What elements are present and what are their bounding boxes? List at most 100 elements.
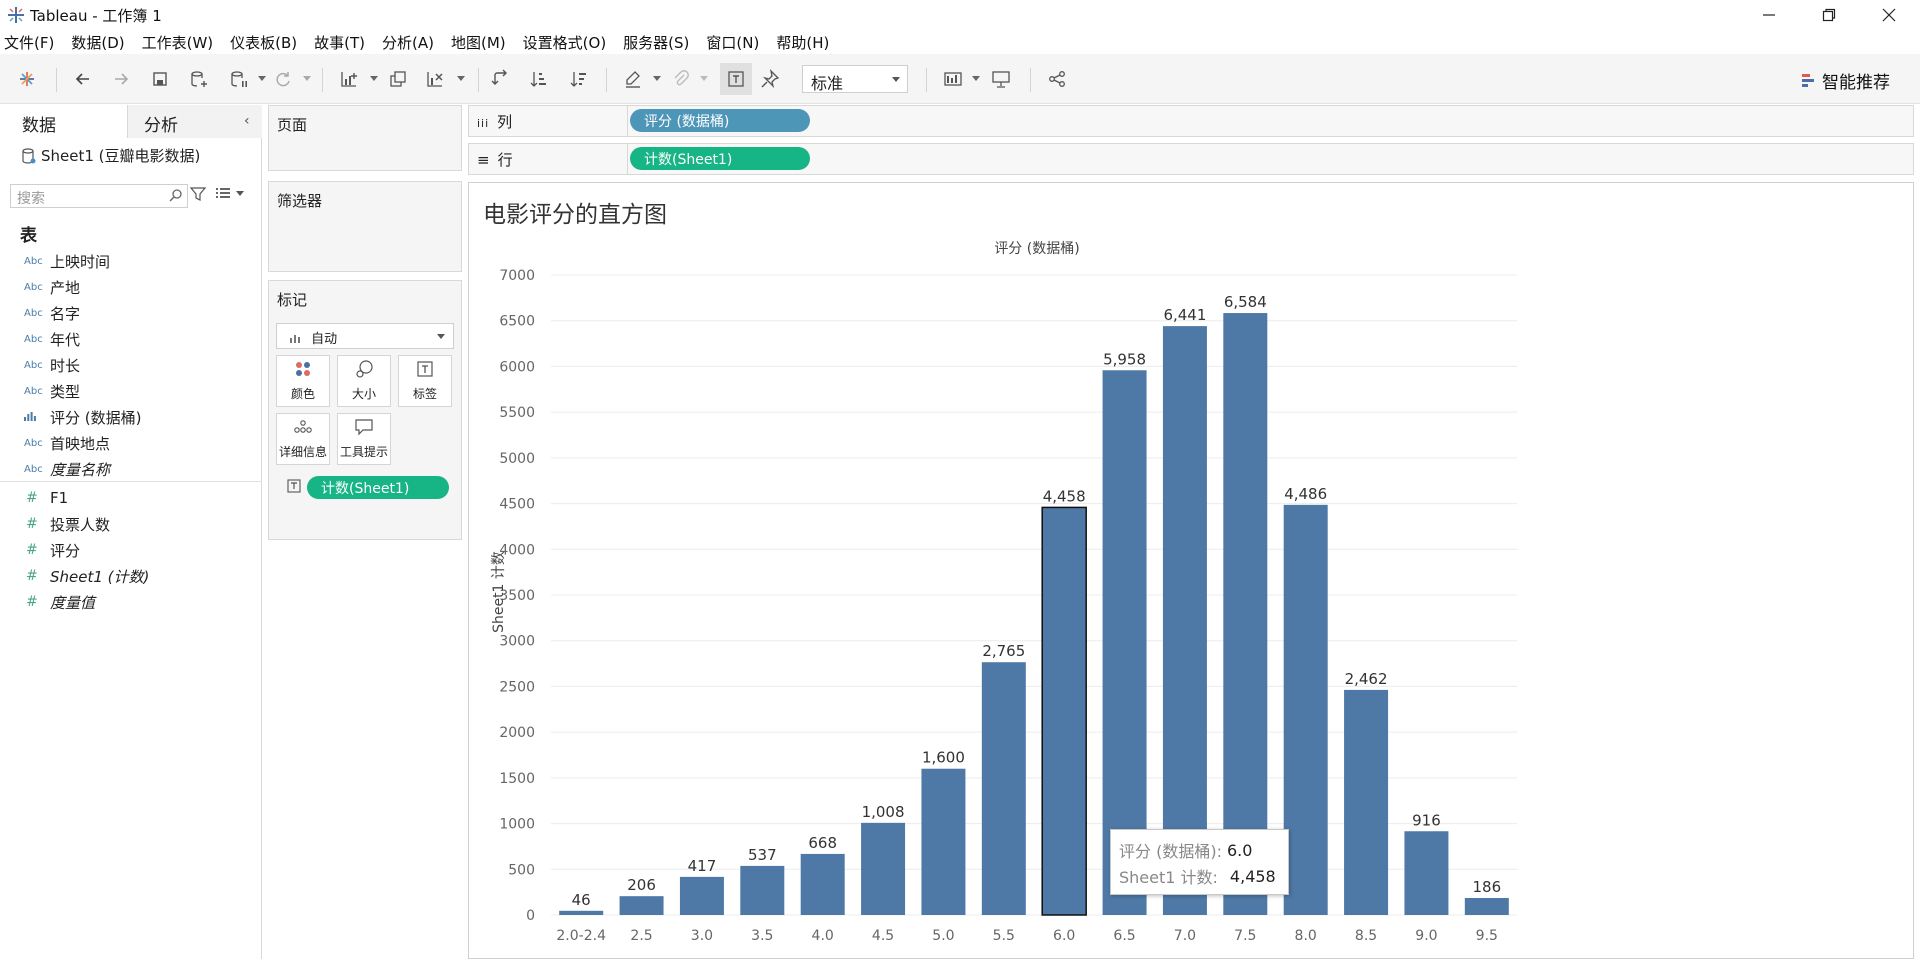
bar-value-label: 46 (572, 891, 591, 909)
sort-ascending-button[interactable] (526, 66, 552, 92)
data-pane-tabs: 数据 分析 ‹ (0, 105, 262, 138)
field-item[interactable]: # 评分 (0, 537, 262, 563)
menu-server[interactable]: 服务器(S) (623, 32, 689, 53)
presentation-mode-button[interactable] (988, 66, 1014, 92)
mark-type-select[interactable]: 自动 (276, 323, 454, 349)
columns-shelf-header: iii 列 (469, 106, 628, 136)
group-members-button[interactable] (667, 66, 693, 92)
field-item[interactable]: # Sheet1 (计数) (0, 563, 262, 589)
histogram-bar[interactable] (1344, 689, 1389, 915)
save-button[interactable] (147, 66, 173, 92)
histogram-bar[interactable] (800, 853, 845, 915)
histogram-bar[interactable] (619, 896, 664, 915)
histogram-bar[interactable] (921, 768, 966, 915)
label-field-pill[interactable]: 计数(Sheet1) (307, 476, 449, 499)
datasource-item[interactable]: Sheet1 (豆瓣电影数据) (22, 145, 200, 166)
x-tick-label: 7.0 (1174, 928, 1196, 944)
columns-icon: iii (477, 117, 490, 130)
columns-shelf[interactable]: iii 列 评分 (数据桶) (468, 105, 1914, 137)
menu-file[interactable]: 文件(F) (4, 32, 54, 53)
histogram-bar[interactable] (1283, 504, 1328, 915)
filters-card[interactable]: 筛选器 (268, 181, 462, 272)
field-item[interactable]: Abc 时长 (0, 352, 262, 378)
histogram-bar[interactable] (559, 910, 604, 915)
histogram-bar[interactable] (1162, 326, 1207, 915)
chevron-down-icon[interactable] (303, 76, 311, 81)
menu-story[interactable]: 故事(T) (314, 32, 365, 53)
field-item[interactable]: 评分 (数据桶) (0, 404, 262, 430)
chevron-down-icon[interactable] (700, 76, 708, 81)
field-item[interactable]: Abc 名字 (0, 300, 262, 326)
histogram-bar[interactable] (1223, 313, 1268, 915)
label-button[interactable]: 标签 (398, 355, 452, 407)
filter-icon[interactable] (190, 186, 206, 202)
show-me-button[interactable]: 智能推荐 (1800, 68, 1890, 93)
new-datasource-button[interactable] (186, 66, 212, 92)
menu-analysis[interactable]: 分析(A) (382, 32, 434, 53)
show-me-icon (1802, 73, 1814, 87)
menu-map[interactable]: 地图(M) (451, 32, 506, 53)
chevron-down-icon[interactable] (457, 76, 465, 81)
highlight-button[interactable] (620, 66, 646, 92)
menu-format[interactable]: 设置格式(O) (523, 32, 607, 53)
color-button[interactable]: 颜色 (276, 355, 330, 407)
field-item[interactable]: Abc 度量名称 (0, 456, 262, 482)
collapse-pane-icon[interactable]: ‹ (244, 113, 250, 129)
field-item[interactable]: Abc 类型 (0, 378, 262, 404)
chevron-down-icon[interactable] (370, 76, 378, 81)
histogram-bar[interactable] (861, 822, 906, 915)
field-search-input[interactable]: 搜索 (10, 184, 188, 208)
histogram-bar[interactable] (1404, 831, 1449, 915)
histogram-bar[interactable] (679, 876, 724, 915)
detail-button[interactable]: 详细信息 (276, 413, 330, 465)
size-button[interactable]: 大小 (337, 355, 391, 407)
histogram-bar[interactable] (740, 865, 785, 915)
new-worksheet-button[interactable] (336, 66, 362, 92)
fix-axes-button[interactable] (757, 66, 783, 92)
tab-data[interactable]: 数据 (0, 105, 128, 138)
field-item[interactable]: Abc 上映时间 (0, 248, 262, 274)
refresh-button[interactable] (270, 66, 296, 92)
show-cards-button[interactable] (940, 66, 966, 92)
fit-select[interactable]: 标准 (802, 65, 908, 93)
show-mark-labels-button[interactable] (720, 63, 752, 95)
rows-shelf[interactable]: ≡ 行 计数(Sheet1) (468, 143, 1914, 175)
pause-updates-button[interactable] (226, 66, 252, 92)
histogram-bar[interactable] (1041, 506, 1087, 916)
swap-rows-columns-button[interactable] (488, 66, 514, 92)
menu-dashboard[interactable]: 仪表板(B) (230, 32, 297, 53)
clear-sheet-button[interactable] (422, 66, 448, 92)
pages-card[interactable]: 页面 (268, 105, 462, 171)
field-item[interactable]: # 投票人数 (0, 511, 262, 537)
chevron-down-icon[interactable] (972, 76, 980, 81)
undo-button[interactable] (70, 66, 96, 92)
histogram-bar[interactable] (1464, 897, 1509, 915)
sort-descending-button[interactable] (566, 66, 592, 92)
menu-data[interactable]: 数据(D) (71, 32, 124, 53)
redo-button[interactable] (108, 66, 134, 92)
share-button[interactable] (1044, 66, 1070, 92)
chevron-down-icon[interactable] (653, 76, 661, 81)
tableau-home-button[interactable] (14, 66, 40, 92)
tooltip-button[interactable]: 工具提示 (337, 413, 391, 465)
field-item[interactable]: Abc 年代 (0, 326, 262, 352)
close-button[interactable] (1860, 0, 1918, 30)
menu-worksheet[interactable]: 工作表(W) (142, 32, 214, 53)
field-item[interactable]: # 度量值 (0, 589, 262, 615)
duplicate-sheet-button[interactable] (385, 66, 411, 92)
field-item[interactable]: Abc 产地 (0, 274, 262, 300)
chevron-down-icon[interactable] (258, 76, 266, 81)
histogram-bar[interactable] (981, 662, 1026, 915)
menu-window[interactable]: 窗口(N) (706, 32, 759, 53)
field-item[interactable]: # F1 (0, 485, 262, 511)
rows-field-pill[interactable]: 计数(Sheet1) (630, 147, 810, 170)
minimize-button[interactable] (1740, 0, 1798, 30)
field-item[interactable]: Abc 首映地点 (0, 430, 262, 456)
restore-button[interactable] (1800, 0, 1858, 30)
menu-help[interactable]: 帮助(H) (776, 32, 829, 53)
view-options-button[interactable] (216, 187, 244, 199)
columns-field-pill[interactable]: 评分 (数据桶) (630, 109, 810, 132)
tab-analysis[interactable]: 分析 (128, 105, 262, 138)
tooltip-value-count: 4,458 (1229, 866, 1276, 886)
tooltip-value-bin: 6.0 (1226, 840, 1253, 860)
